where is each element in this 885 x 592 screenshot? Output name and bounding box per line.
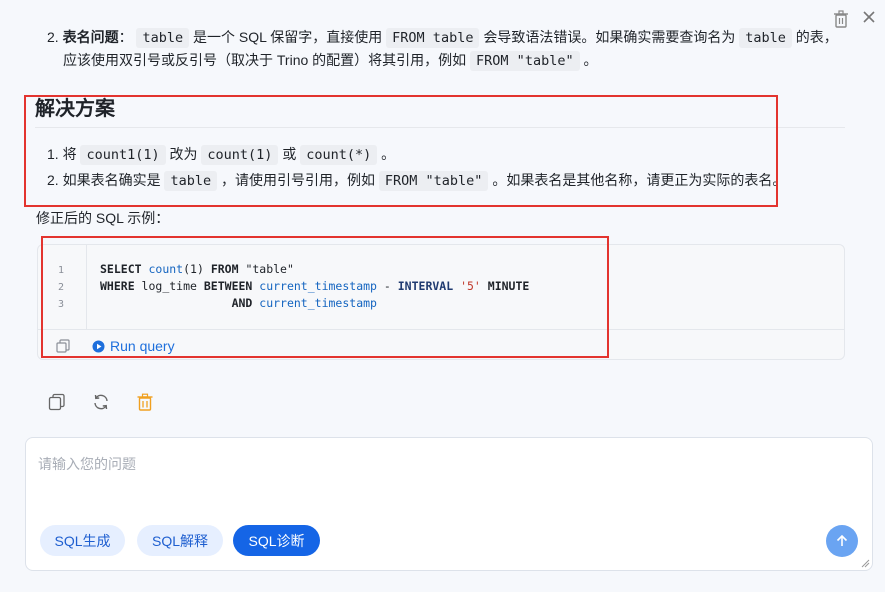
text: 应该使用双引号或反引号（取决于 Trino 的配置）将其引用，例如: [63, 52, 471, 68]
chat-panel: 2. 表名问题： table 是一个 SQL 保留字，直接使用 FROM tab…: [0, 0, 885, 592]
inline-code: table: [136, 28, 190, 48]
function: current_timestamp: [252, 296, 377, 310]
send-arrow-icon: [836, 534, 848, 546]
close-icon[interactable]: [862, 10, 876, 24]
send-button[interactable]: [826, 525, 858, 557]
chip-sql-explain[interactable]: SQL解释: [137, 525, 223, 556]
question-input[interactable]: 请输入您的问题: [38, 454, 136, 474]
play-icon: [92, 340, 105, 352]
operator: -: [376, 279, 398, 293]
text: 如果表名确实是: [62, 172, 165, 188]
code-toolbar: Run query: [38, 329, 844, 361]
problem-title: 表名问题: [62, 29, 119, 45]
chip-sql-diagnose[interactable]: SQL诊断: [233, 525, 320, 556]
resize-handle-icon[interactable]: [861, 559, 870, 568]
keyword: BETWEEN: [203, 279, 253, 293]
problem-item-2: 2. 表名问题： table 是一个 SQL 保留字，直接使用 FROM tab…: [47, 25, 838, 50]
inline-code: table: [164, 171, 218, 191]
text: 或: [278, 146, 301, 162]
text: ：: [118, 29, 133, 45]
inline-code: FROM "table": [378, 171, 489, 191]
keyword: WHERE: [100, 279, 135, 293]
line-gutter: 1 2 3: [38, 245, 87, 329]
text: 会导致语法错误。如果确实需要查询名为: [479, 29, 740, 45]
text: 。: [377, 146, 396, 162]
keyword: AND: [231, 296, 253, 310]
keyword: MINUTE: [480, 279, 530, 293]
function: current_timestamp: [252, 279, 377, 293]
identifier: "table": [238, 262, 294, 276]
question-input-box[interactable]: 请输入您的问题 SQL生成 SQL解释 SQL诊断: [25, 437, 873, 571]
delete-icon[interactable]: [136, 393, 154, 411]
code-block: 1 2 3 SELECT count(1) FROM "table" WHERE…: [37, 244, 845, 360]
line-number: 3: [58, 299, 65, 310]
text: 是一个 SQL 保留字，直接使用: [189, 29, 387, 45]
copy-icon[interactable]: [56, 339, 70, 353]
copy-icon[interactable]: [48, 393, 66, 411]
inline-code: FROM "table": [470, 51, 580, 71]
problem-item-2-line2: 应该使用双引号或反引号（取决于 Trino 的配置）将其引用，例如 FROM "…: [63, 48, 597, 73]
text: 的表，: [791, 29, 838, 45]
inline-code: count(1): [201, 145, 279, 165]
run-query-button[interactable]: Run query: [92, 338, 175, 354]
keyword: FROM: [203, 262, 239, 276]
chip-sql-generate[interactable]: SQL生成: [40, 525, 125, 556]
text: 将: [62, 146, 81, 162]
divider: [35, 127, 845, 128]
text: 改为: [165, 146, 202, 162]
refresh-icon[interactable]: [92, 393, 110, 411]
line-number: 2: [58, 282, 65, 293]
identifier: log_time: [134, 279, 204, 293]
text: ，请使用引号引用，例如: [217, 172, 379, 188]
text: 。: [579, 52, 598, 68]
code-line-1: SELECT count(1) FROM "table": [100, 262, 294, 276]
inline-code: table: [739, 28, 792, 48]
solution-item-1: 1. 将 count1(1) 改为 count(1) 或 count(*) 。: [47, 142, 395, 167]
string: '5': [453, 279, 481, 293]
function: count: [148, 262, 184, 276]
code-line-3: AND current_timestamp: [100, 296, 377, 310]
inline-code: count(*): [300, 145, 378, 165]
run-query-label: Run query: [110, 338, 175, 354]
text: 。如果表名是其他名称，请更正为实际的表名。: [488, 172, 787, 188]
inline-code: FROM table: [386, 28, 480, 48]
code-line-2: WHERE log_time BETWEEN current_timestamp…: [100, 279, 529, 293]
solution-item-2: 2. 如果表名确实是 table ，请使用引号引用，例如 FROM "table…: [47, 168, 786, 193]
message-area: 2. 表名问题： table 是一个 SQL 保留字，直接使用 FROM tab…: [0, 0, 885, 380]
list-number: 1.: [47, 146, 59, 162]
sql-example-caption: 修正后的 SQL 示例：: [36, 210, 170, 226]
args: (1): [183, 262, 204, 276]
line-number: 1: [58, 265, 65, 276]
inline-code: count1(1): [80, 145, 166, 165]
solution-heading: 解决方案: [35, 98, 115, 120]
keyword: INTERVAL: [397, 279, 454, 293]
list-number: 2.: [47, 29, 59, 45]
list-number: 2.: [47, 172, 59, 188]
keyword: SELECT: [100, 262, 142, 276]
